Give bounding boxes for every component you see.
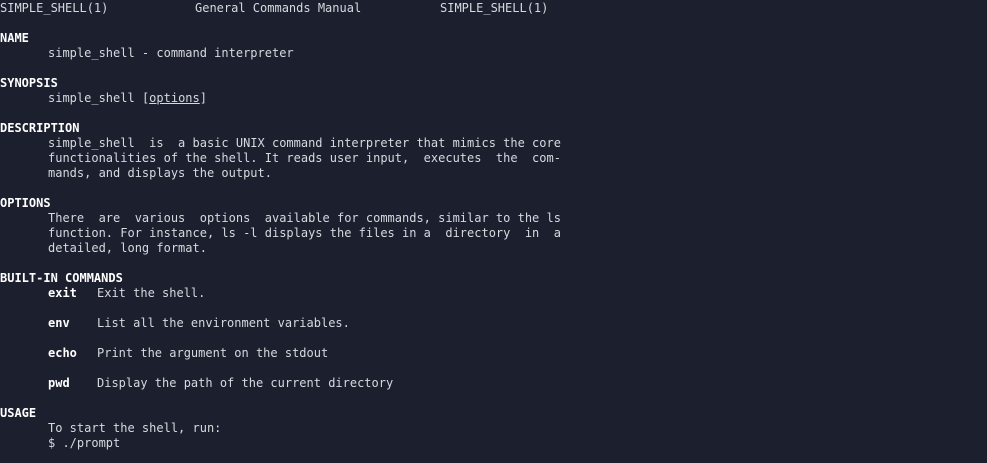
builtin-command-name: env (48, 316, 70, 330)
builtin-command-name: echo (48, 346, 77, 360)
builtin-command-desc: Exit the shell. (97, 286, 206, 300)
description-line: simple_shell is a basic UNIX command int… (48, 136, 561, 150)
name-text: simple_shell - command interpreter (48, 46, 294, 60)
synopsis-line: simple_shell [options] (48, 91, 207, 106)
options-line: There are various options available for … (48, 211, 561, 225)
description-line: mands, and displays the output. (48, 166, 272, 180)
builtin-command-desc: List all the environment variables. (97, 316, 350, 330)
synopsis-options-arg: options (149, 91, 200, 105)
usage-command-line: $ ./prompt (48, 436, 121, 450)
builtin-command-name: exit (48, 286, 77, 300)
section-heading-synopsis: SYNOPSIS (0, 76, 58, 90)
options-line: detailed, long format. (48, 241, 207, 255)
synopsis-close-bracket: ] (199, 91, 207, 105)
builtin-command-desc: Display the path of the current director… (97, 376, 394, 390)
man-page-terminal: SIMPLE_SHELL(1) General Commands Manual … (0, 0, 987, 463)
section-heading-builtins: BUILT-IN COMMANDS (0, 271, 123, 285)
options-line: function. For instance, ls -l displays t… (48, 226, 561, 240)
header-right: SIMPLE_SHELL(1) (440, 1, 549, 15)
header-left: SIMPLE_SHELL(1) (0, 1, 109, 15)
header-center: General Commands Manual (195, 1, 362, 15)
synopsis-command: simple_shell (48, 91, 135, 105)
section-heading-description: DESCRIPTION (0, 121, 80, 135)
builtin-command-desc: Print the argument on the stdout (97, 346, 329, 360)
usage-line: To start the shell, run: (48, 421, 222, 435)
section-heading-name: NAME (0, 31, 29, 45)
section-heading-options: OPTIONS (0, 196, 51, 210)
description-line: functionalities of the shell. It reads u… (48, 151, 561, 165)
builtin-command-name: pwd (48, 376, 70, 390)
section-heading-usage: USAGE (0, 406, 37, 420)
